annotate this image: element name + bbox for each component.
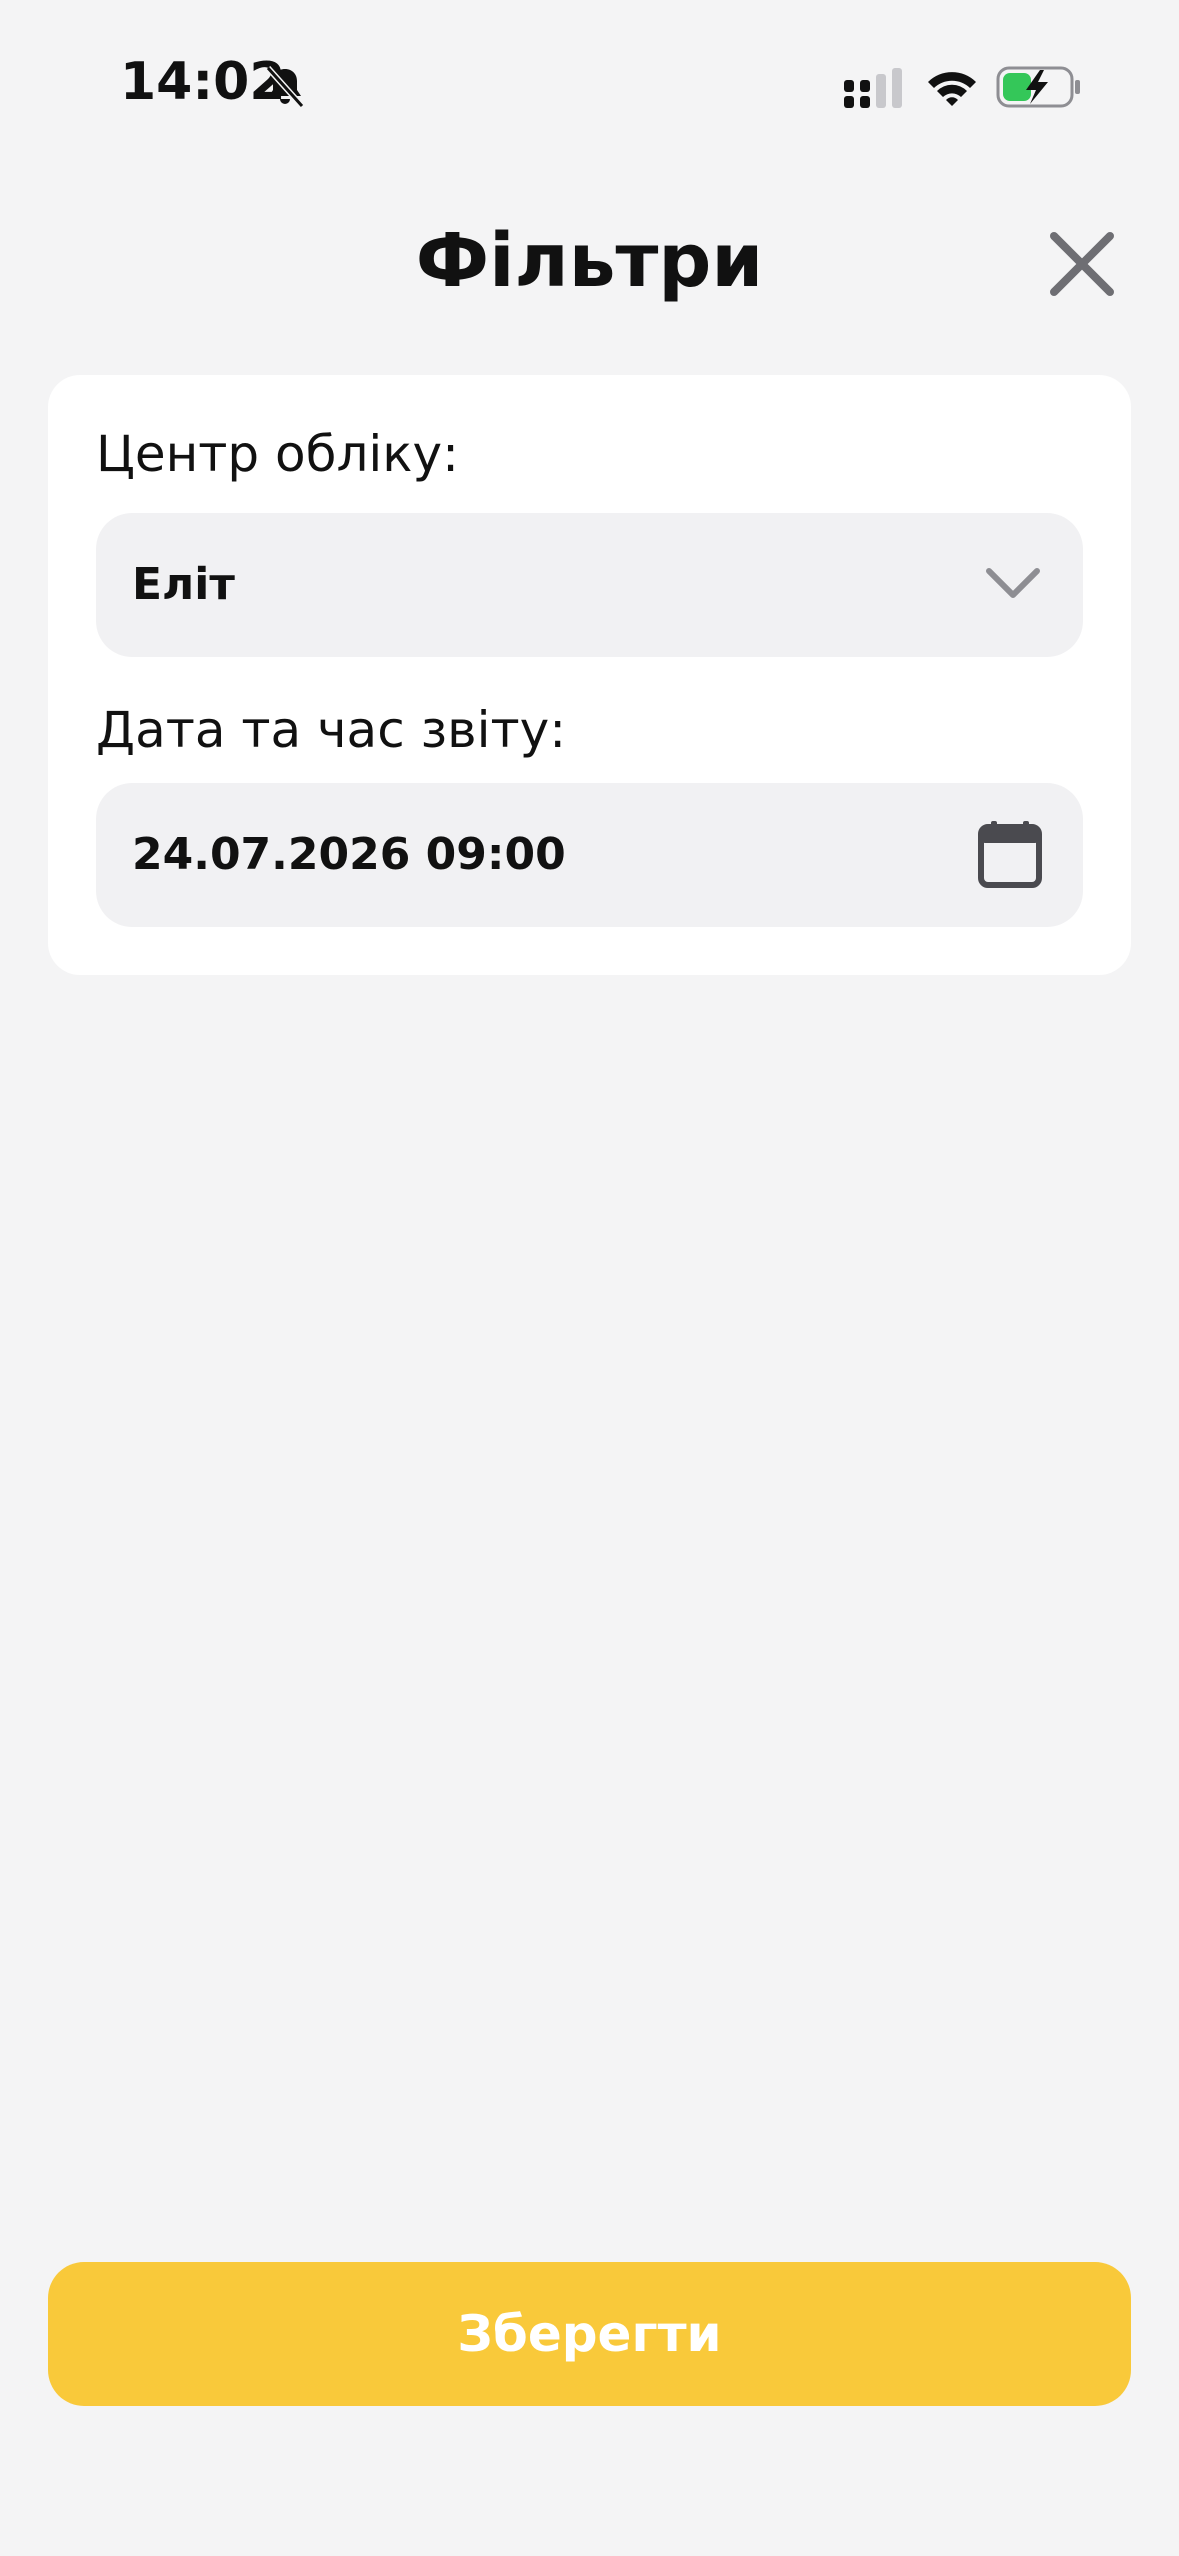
cellular-signal-icon bbox=[844, 68, 902, 108]
page-title: Фільтри bbox=[415, 218, 764, 304]
calendar-icon bbox=[978, 821, 1042, 888]
close-icon[interactable] bbox=[1044, 226, 1120, 302]
save-button[interactable]: Зберегти bbox=[48, 2262, 1131, 2406]
center-select-value: Еліт bbox=[132, 559, 235, 610]
report-datetime-field[interactable]: 24.07.2026 09:00 bbox=[96, 783, 1083, 927]
status-bar: 14:02 bbox=[0, 0, 1179, 180]
wifi-icon bbox=[928, 72, 976, 106]
center-label: Центр обліку: bbox=[96, 425, 459, 483]
report-datetime-label: Дата та час звіту: bbox=[96, 701, 567, 759]
chevron-down-icon bbox=[986, 568, 1040, 598]
report-datetime-value: 24.07.2026 09:00 bbox=[132, 829, 566, 880]
status-time: 14:02 bbox=[120, 52, 286, 112]
battery-charging-icon bbox=[996, 66, 1080, 108]
center-select[interactable]: Еліт bbox=[96, 513, 1083, 657]
filter-card: Центр обліку: Еліт Дата та час звіту: 24… bbox=[48, 375, 1131, 975]
bell-slash-icon bbox=[265, 65, 305, 109]
